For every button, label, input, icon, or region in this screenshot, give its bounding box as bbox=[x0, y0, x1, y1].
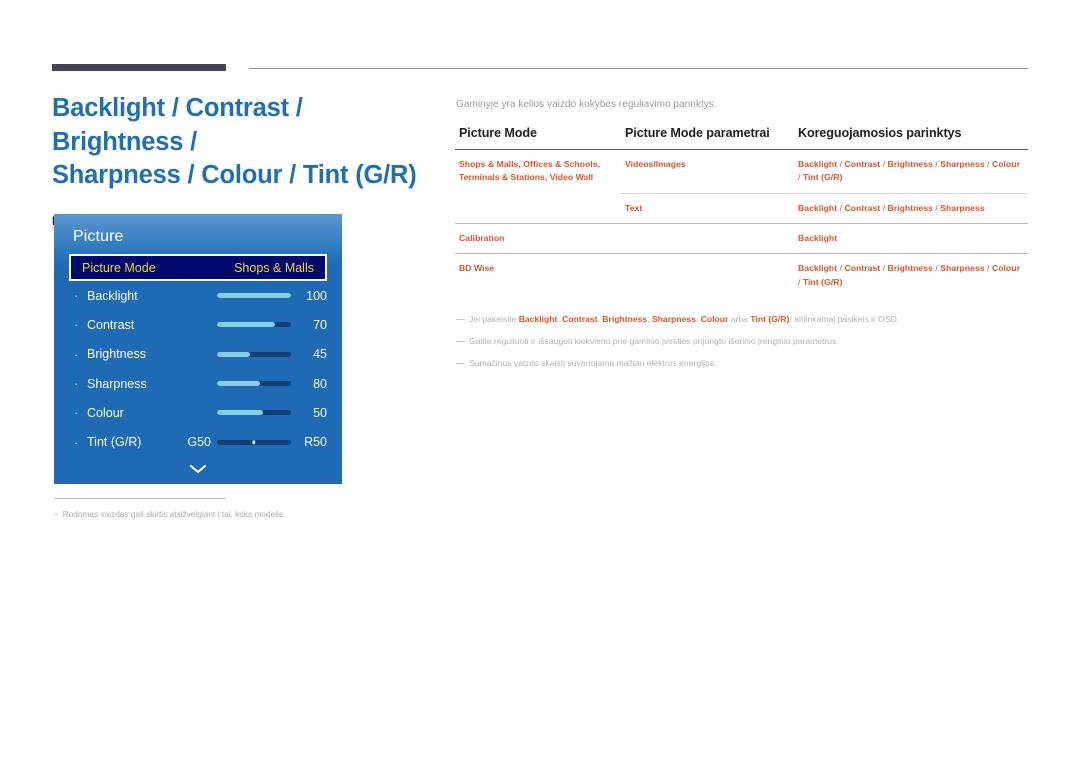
osd-menu-list: Picture Mode Shops & Malls · Backlight 1… bbox=[69, 254, 327, 480]
table-header-row: Picture Mode Picture Mode parametrai Kor… bbox=[455, 126, 1028, 150]
osd-item-backlight[interactable]: · Backlight 100 bbox=[69, 281, 327, 310]
picture-mode-table: Picture Mode Picture Mode parametrai Kor… bbox=[455, 126, 1028, 297]
osd-item-brightness-slider[interactable] bbox=[217, 351, 291, 357]
chevron-down-icon[interactable] bbox=[69, 462, 327, 480]
osd-bullet: · bbox=[74, 346, 79, 362]
osd-item-brightness-label: Brightness bbox=[87, 347, 147, 362]
osd-item-picture-mode-label: Picture Mode bbox=[82, 260, 156, 275]
osd-item-backlight-value: 100 bbox=[306, 288, 327, 303]
osd-picture-panel: Picture Picture Mode Shops & Malls · Bac… bbox=[54, 214, 342, 484]
cell-options-bd-wise: Backlight / Contrast / Brightness / Shar… bbox=[794, 253, 1028, 297]
column-header-picture-mode: Picture Mode bbox=[455, 126, 621, 150]
header-rule-thick bbox=[52, 64, 226, 71]
cell-options-calibration: Backlight bbox=[794, 222, 1028, 254]
osd-bullet: · bbox=[74, 405, 79, 421]
osd-item-contrast-label: Contrast bbox=[87, 317, 135, 332]
page-title-line2: Sharpness / Colour / Tint (G/R) bbox=[52, 161, 417, 190]
caption-text: Rodomas vaizdas gali skirtis atsižvelgia… bbox=[62, 509, 286, 519]
osd-item-picture-mode[interactable]: Picture Mode Shops & Malls bbox=[69, 254, 327, 281]
table-row: BD Wise Backlight / Contrast / Brightnes… bbox=[455, 253, 1028, 297]
osd-item-tint-label: Tint (G/R) bbox=[87, 435, 142, 450]
table-row: Shops & Malls, Offices & Schools, Termin… bbox=[455, 150, 1028, 194]
osd-item-tint-right-value: R50 bbox=[304, 435, 327, 450]
osd-item-tint-left-value: G50 bbox=[187, 435, 211, 450]
cell-param-text: Text bbox=[621, 192, 794, 224]
caption-dash: – bbox=[54, 509, 59, 519]
osd-item-backlight-label: Backlight bbox=[87, 288, 138, 303]
osd-item-picture-mode-value: Shops & Malls bbox=[234, 260, 314, 275]
note-text: Galite reguliuoti ir išsaugoti kiekvieno… bbox=[469, 335, 839, 346]
cell-param-bd-wise bbox=[621, 253, 794, 297]
osd-item-tint-slider[interactable] bbox=[217, 439, 291, 445]
intro-text: Gaminyje yra kelios vaizdo kokybės regul… bbox=[456, 99, 717, 110]
osd-item-brightness[interactable]: · Brightness 45 bbox=[69, 340, 327, 369]
note-text: Sumažinus vaizdo skaistį suvartojama maž… bbox=[469, 357, 717, 368]
header-rule-thin bbox=[249, 68, 1028, 69]
osd-panel-title: Picture bbox=[73, 228, 124, 245]
osd-item-backlight-slider[interactable] bbox=[217, 293, 291, 299]
osd-item-sharpness[interactable]: · Sharpness 80 bbox=[69, 369, 327, 398]
left-column: Backlight / Contrast / Brightness / Shar… bbox=[52, 92, 432, 229]
right-column: Gaminyje yra kelios vaizdo kokybės regul… bbox=[455, 99, 1028, 379]
osd-item-brightness-value: 45 bbox=[313, 347, 327, 362]
note-dash-icon bbox=[456, 340, 465, 342]
osd-tint-knob[interactable] bbox=[252, 440, 256, 444]
osd-bullet: · bbox=[74, 288, 79, 304]
osd-item-sharpness-value: 80 bbox=[313, 376, 327, 391]
note-dash-icon bbox=[456, 362, 465, 364]
notes-list: Jei pakeisite Backlight, Contrast, Brigh… bbox=[456, 313, 1028, 370]
page-title-line1: Backlight / Contrast / Brightness / bbox=[52, 94, 303, 156]
cell-mode-bd-wise: BD Wise bbox=[455, 253, 621, 297]
note-item: Galite reguliuoti ir išsaugoti kiekvieno… bbox=[456, 335, 1028, 348]
page-title: Backlight / Contrast / Brightness / Shar… bbox=[52, 92, 432, 193]
osd-item-contrast[interactable]: · Contrast 70 bbox=[69, 310, 327, 339]
note-item: Jei pakeisite Backlight, Contrast, Brigh… bbox=[456, 313, 1028, 326]
osd-item-tint[interactable]: · Tint (G/R) G50 R50 bbox=[69, 427, 327, 456]
cell-param-calibration bbox=[621, 222, 794, 254]
osd-item-colour-label: Colour bbox=[87, 405, 124, 420]
table-row: Calibration Backlight bbox=[455, 222, 1028, 254]
osd-item-sharpness-label: Sharpness bbox=[87, 376, 147, 391]
osd-item-colour-slider[interactable] bbox=[217, 410, 291, 416]
cell-options-videos-images: Backlight / Contrast / Brightness / Shar… bbox=[798, 159, 1020, 183]
osd-item-colour[interactable]: · Colour 50 bbox=[69, 398, 327, 427]
osd-figure-caption: – Rodomas vaizdas gali skirtis atsižvelgi… bbox=[54, 498, 384, 520]
osd-item-sharpness-slider[interactable] bbox=[217, 381, 291, 387]
cell-mode-calibration: Calibration bbox=[455, 222, 621, 254]
column-header-picture-mode-parametrai: Picture Mode parametrai bbox=[621, 126, 794, 150]
column-header-koreguojamosios-parinktys: Koreguojamosios parinktys bbox=[794, 126, 1028, 150]
caption-rule bbox=[54, 498, 226, 499]
osd-item-contrast-slider[interactable] bbox=[217, 322, 291, 328]
note-item: Sumažinus vaizdo skaistį suvartojama maž… bbox=[456, 357, 1028, 370]
osd-bullet: · bbox=[74, 376, 79, 392]
note-dash-icon bbox=[456, 318, 465, 320]
osd-bullet: · bbox=[74, 317, 79, 333]
note-text: Jei pakeisite Backlight, Contrast, Brigh… bbox=[469, 313, 900, 324]
osd-item-colour-value: 50 bbox=[313, 405, 327, 420]
osd-item-contrast-value: 70 bbox=[313, 317, 327, 332]
osd-bullet: · bbox=[74, 434, 79, 450]
cell-param-videos-images: Videos/Images bbox=[625, 159, 686, 169]
cell-mode-shops-malls: Shops & Malls, Offices & Schools, Termin… bbox=[459, 159, 601, 183]
cell-options-text: Backlight / Contrast / Brightness / Shar… bbox=[794, 192, 1028, 224]
